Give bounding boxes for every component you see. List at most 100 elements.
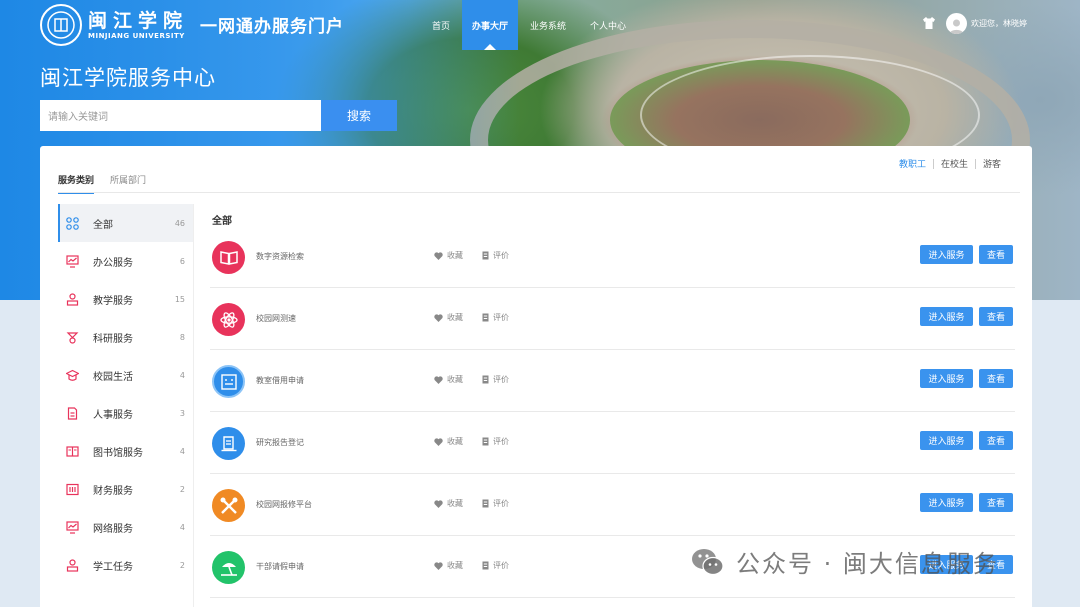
finance-icon [66,483,79,496]
nav-personal-center[interactable]: 个人中心 [578,0,638,50]
rate-button[interactable]: 评价 [482,560,509,571]
nav-business-system[interactable]: 业务系统 [518,0,578,50]
enter-service-button[interactable]: 进入服务 [920,431,973,450]
sidebar-item-count: 4 [179,522,185,532]
sidebar-item-label: 图书馆服务 [93,447,143,459]
category-tabs: 服务类别 所属部门 [58,173,162,194]
list-item: 校园网报修平台 收藏 评价 进入服务 查看 [210,474,1015,536]
atom-icon [212,303,245,336]
list-item: 研究报告登记 收藏 评价 进入服务 查看 [210,412,1015,474]
nav-home[interactable]: 首页 [420,0,462,50]
shirt-icon[interactable] [922,16,936,30]
school-name-cn: 闽江学院 [88,9,189,32]
chart-icon [66,254,79,268]
watermark-text: 公众号 · 闽大信息服务 [736,550,999,578]
favorite-button[interactable]: 收藏 [434,498,463,509]
note-icon [482,251,489,260]
nav-service-hall[interactable]: 办事大厅 [462,0,519,50]
rate-button[interactable]: 评价 [482,312,509,323]
sidebar-item-all[interactable]: 全部 46 [58,204,193,242]
service-name[interactable]: 校园网报修平台 [256,499,312,510]
sidebar-item-network[interactable]: 网络服务 4 [58,508,193,546]
note-icon [482,313,489,322]
grid-icon [66,216,79,230]
sidebar-item-library[interactable]: 图书馆服务 4 [58,432,193,470]
service-name[interactable]: 研究报告登记 [256,437,304,448]
sidebar-item-research[interactable]: 科研服务 8 [58,318,193,356]
note-icon [482,561,489,570]
search-input[interactable]: 请输入关键词 [40,100,321,131]
view-button[interactable]: 查看 [979,245,1013,264]
sidebar-item-label: 网络服务 [93,523,133,535]
sidebar-item-count: 4 [179,446,185,456]
view-button[interactable]: 查看 [979,431,1013,450]
favorite-button[interactable]: 收藏 [434,312,463,323]
note-icon [482,375,489,384]
favorite-button[interactable]: 收藏 [434,374,463,385]
sidebar-item-label: 校园生活 [93,371,133,383]
school-seal-icon [40,4,82,46]
sidebar-item-label: 教学服务 [93,295,133,307]
report-icon [212,427,245,460]
sidebar-item-office[interactable]: 办公服务 6 [58,242,193,280]
top-nav: 首页 办事大厅 业务系统 个人中心 [420,0,638,50]
sidebar-item-label: 科研服务 [93,333,133,345]
book-icon [66,445,79,458]
favorite-button[interactable]: 收藏 [434,560,463,571]
sidebar-item-student-work[interactable]: 学工任务 2 [58,546,193,584]
sidebar-item-label: 人事服务 [93,409,133,421]
rate-button[interactable]: 评价 [482,436,509,447]
role-staff[interactable]: 教职工 [892,157,933,170]
sidebar-item-label: 全部 [93,219,113,231]
service-name[interactable]: 教室借用申请 [256,375,304,386]
heart-icon [434,375,443,384]
sidebar-item-count: 2 [179,560,185,570]
rate-button[interactable]: 评价 [482,498,509,509]
enter-service-button[interactable]: 进入服务 [920,493,973,512]
view-button[interactable]: 查看 [979,369,1013,388]
heart-icon [434,313,443,322]
enter-service-button[interactable]: 进入服务 [920,307,973,326]
tab-service-category[interactable]: 服务类别 [58,173,95,194]
enter-service-button[interactable]: 进入服务 [920,369,973,388]
sidebar-item-count: 15 [174,294,185,304]
list-item: 数字资源检索 收藏 评价 进入服务 查看 [210,226,1015,288]
teacher-icon [66,292,79,306]
tab-divider [58,192,1020,193]
user-menu[interactable]: 欢迎您，林晓婷 [946,13,1027,34]
school-name-en: MINJIANG UNIVERSITY [88,31,185,40]
search-button[interactable]: 搜索 [321,100,397,131]
rate-button[interactable]: 评价 [482,250,509,261]
sidebar-item-finance[interactable]: 财务服务 2 [58,470,193,508]
sidebar-item-teaching[interactable]: 教学服务 15 [58,280,193,318]
school-logo[interactable]: 闽江学院 MINJIANG UNIVERSITY [40,4,188,46]
sidebar-item-count: 46 [174,218,185,228]
favorite-button[interactable]: 收藏 [434,436,463,447]
favorite-button[interactable]: 收藏 [434,250,463,261]
sidebar-item-count: 8 [179,332,185,342]
avatar [946,13,967,34]
enter-service-button[interactable]: 进入服务 [920,245,973,264]
page-title: 闽江学院服务中心 [40,66,216,90]
tab-department[interactable]: 所属部门 [110,173,146,194]
sidebar-item-campus-life[interactable]: 校园生活 4 [58,356,193,394]
service-name[interactable]: 干部请假申请 [256,561,304,572]
tools-icon [212,489,245,522]
service-card: 教职工 在校生 游客 服务类别 所属部门 全部 46 办公服务 6 教学服务 1… [40,146,1032,607]
sidebar-item-hr[interactable]: 人事服务 3 [58,394,193,432]
rate-button[interactable]: 评价 [482,374,509,385]
service-name[interactable]: 数字资源检索 [256,251,304,262]
role-filter: 教职工 在校生 游客 [892,157,1008,170]
category-sidebar: 全部 46 办公服务 6 教学服务 15 科研服务 8 校园生活 4 人事服务 … [58,204,193,584]
section-title: 全部 [212,216,232,227]
role-visitor[interactable]: 游客 [976,157,1008,170]
sidebar-item-label: 学工任务 [93,561,133,573]
sidebar-item-label: 办公服务 [93,257,133,269]
role-student[interactable]: 在校生 [934,157,975,170]
view-button[interactable]: 查看 [979,493,1013,512]
service-name[interactable]: 校园网测速 [256,313,296,324]
wechat-icon [692,548,724,575]
sidebar-item-count: 6 [179,256,185,266]
view-button[interactable]: 查看 [979,307,1013,326]
research-icon [66,331,79,344]
